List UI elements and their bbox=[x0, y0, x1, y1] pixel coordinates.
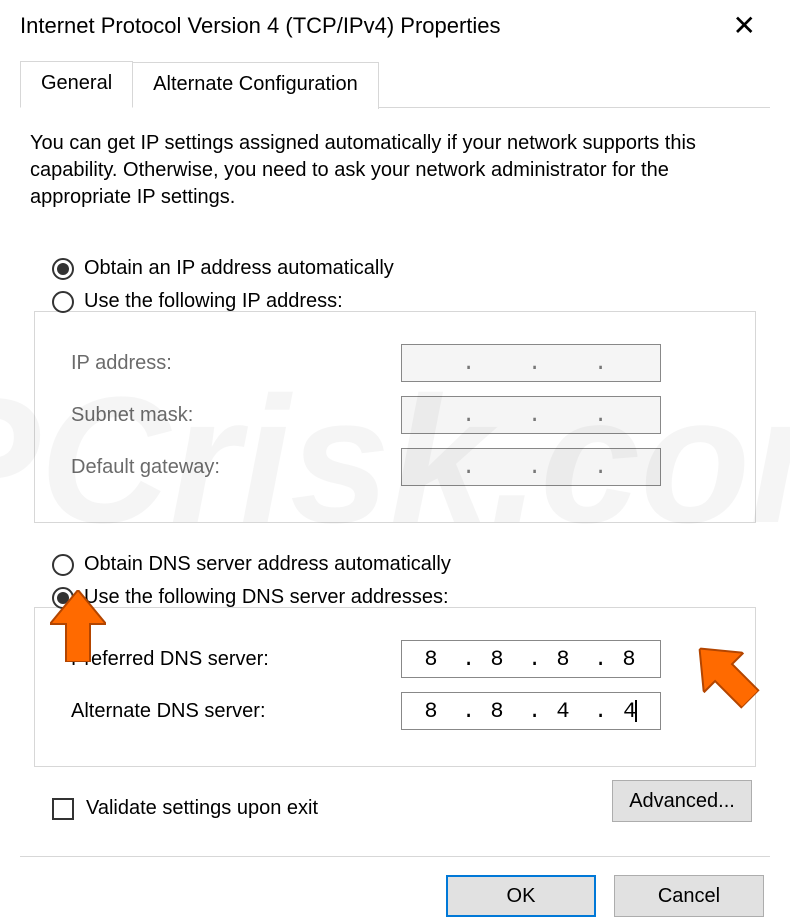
tab-content: You can get IP settings assigned automat… bbox=[0, 108, 790, 834]
preferred-dns-label: Preferred DNS server: bbox=[71, 648, 381, 671]
titlebar: Internet Protocol Version 4 (TCP/IPv4) P… bbox=[0, 0, 790, 50]
tab-strip: General Alternate Configuration bbox=[20, 60, 770, 108]
tab-alternate-configuration[interactable]: Alternate Configuration bbox=[133, 62, 379, 109]
dns-fields-group: Preferred DNS server: 8. 8. 8. 8 Alterna… bbox=[34, 607, 756, 767]
cancel-button[interactable]: Cancel bbox=[614, 875, 764, 917]
radio-icon bbox=[52, 587, 74, 609]
alternate-dns-label: Alternate DNS server: bbox=[71, 700, 381, 723]
dialog-footer: OK Cancel bbox=[20, 856, 770, 917]
ip-fields-group: IP address: . . . Subnet mask: . . . D bbox=[34, 311, 756, 523]
text-cursor bbox=[635, 700, 637, 722]
default-gateway-label: Default gateway: bbox=[71, 456, 381, 479]
radio-obtain-ip-auto[interactable]: Obtain an IP address automatically bbox=[52, 257, 760, 280]
dialog-window: PCrisk.com Internet Protocol Version 4 (… bbox=[0, 0, 790, 902]
window-title: Internet Protocol Version 4 (TCP/IPv4) P… bbox=[20, 13, 501, 39]
checkbox-label: Validate settings upon exit bbox=[86, 797, 318, 820]
radio-label: Use the following IP address: bbox=[84, 290, 343, 313]
subnet-mask-input: . . . bbox=[401, 396, 661, 434]
default-gateway-input: . . . bbox=[401, 448, 661, 486]
radio-label: Obtain DNS server address automatically bbox=[84, 553, 451, 576]
ip-address-input: . . . bbox=[401, 344, 661, 382]
tab-general-label: General bbox=[41, 72, 112, 94]
alternate-dns-input[interactable]: 8. 8. 4. 4 bbox=[401, 692, 661, 730]
subnet-mask-label: Subnet mask: bbox=[71, 404, 381, 427]
radio-icon bbox=[52, 554, 74, 576]
advanced-button[interactable]: Advanced... bbox=[612, 780, 752, 822]
preferred-dns-input[interactable]: 8. 8. 8. 8 bbox=[401, 640, 661, 678]
ip-address-label: IP address: bbox=[71, 352, 381, 375]
ok-button[interactable]: OK bbox=[446, 875, 596, 917]
radio-use-following-dns[interactable]: Use the following DNS server addresses: bbox=[52, 586, 760, 609]
close-icon[interactable]: ✕ bbox=[719, 8, 770, 44]
radio-icon bbox=[52, 258, 74, 280]
checkbox-icon bbox=[52, 798, 74, 820]
radio-icon bbox=[52, 291, 74, 313]
radio-use-following-ip[interactable]: Use the following IP address: bbox=[52, 290, 760, 313]
radio-label: Use the following DNS server addresses: bbox=[84, 586, 449, 609]
tab-general[interactable]: General bbox=[20, 61, 133, 108]
radio-label: Obtain an IP address automatically bbox=[84, 257, 394, 280]
description-text: You can get IP settings assigned automat… bbox=[30, 130, 760, 211]
tab-alternate-label: Alternate Configuration bbox=[153, 73, 358, 95]
radio-obtain-dns-auto[interactable]: Obtain DNS server address automatically bbox=[52, 553, 760, 576]
